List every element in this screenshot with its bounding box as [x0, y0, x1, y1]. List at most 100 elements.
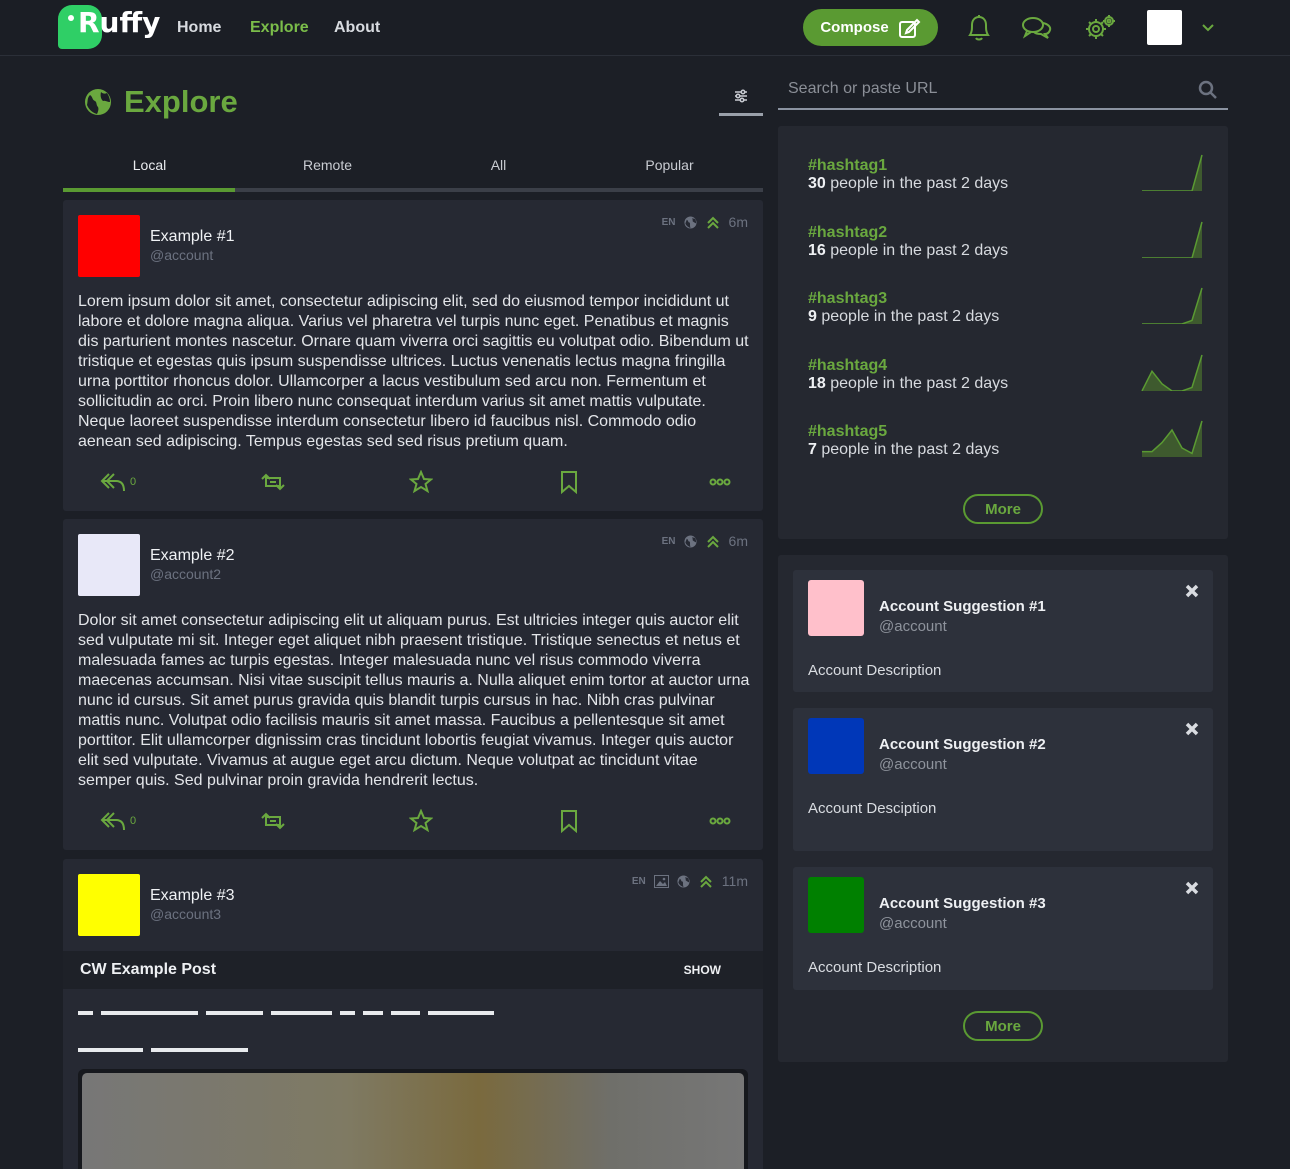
account-suggestion[interactable]: Account Suggestion #1 @account Account D… — [793, 570, 1213, 692]
post-card[interactable]: Example #3 @account3 EN 11m CW Example P… — [63, 859, 763, 1169]
post-time[interactable]: 11m — [722, 873, 748, 889]
boost-icon — [261, 812, 285, 830]
hashtag-link[interactable]: #hashtag5 — [808, 423, 887, 441]
suggestion-name[interactable]: Account Suggestion #2 — [879, 736, 1046, 753]
language-badge: EN — [661, 535, 676, 547]
tab-all[interactable]: All — [411, 157, 586, 173]
more-options-button[interactable] — [709, 467, 731, 497]
trend-item[interactable]: #hashtag5 7 people in the past 2 days — [808, 420, 1208, 473]
image-icon — [653, 874, 669, 888]
trend-sparkline — [1142, 221, 1203, 258]
suggestion-name[interactable]: Account Suggestion #1 — [879, 598, 1046, 615]
show-content-button[interactable]: SHOW — [684, 963, 721, 977]
trend-count: 7 people in the past 2 days — [808, 441, 1000, 458]
avatar[interactable] — [808, 580, 864, 636]
search-icon[interactable] — [1198, 80, 1218, 100]
sparkline-line — [1142, 287, 1203, 324]
bookmark-icon — [561, 471, 577, 494]
trend-item[interactable]: #hashtag4 18 people in the past 2 days — [808, 354, 1208, 407]
logo[interactable]: Ruffy — [58, 4, 160, 52]
nav-link-explore[interactable]: Explore — [250, 19, 309, 37]
tab-remote[interactable]: Remote — [240, 157, 415, 173]
trend-count: 9 people in the past 2 days — [808, 308, 1000, 325]
media-attachment[interactable] — [78, 1069, 748, 1169]
avatar[interactable] — [78, 874, 140, 936]
account-handle[interactable]: @account2 — [150, 566, 221, 582]
reply-button[interactable]: 0 — [100, 467, 136, 497]
trend-sparkline — [1142, 420, 1203, 457]
top-nav: Ruffy Home Explore About Compose — [0, 0, 1290, 56]
tab-local[interactable]: Local — [62, 157, 237, 173]
close-icon[interactable] — [1184, 880, 1200, 896]
avatar[interactable] — [78, 215, 140, 277]
display-name[interactable]: Example #3 — [150, 887, 235, 905]
hashtag-link[interactable]: #hashtag4 — [808, 357, 887, 375]
hashtag-link[interactable]: #hashtag1 — [808, 157, 887, 175]
account-handle[interactable]: @account3 — [150, 906, 221, 922]
account-handle[interactable]: @account — [150, 247, 213, 263]
compose-button[interactable]: Compose — [803, 9, 938, 46]
avatar[interactable] — [808, 718, 864, 774]
boost-arrows-icon — [700, 875, 712, 888]
sliders-icon — [735, 88, 747, 103]
post-time[interactable]: 6m — [729, 214, 748, 230]
bookmark-icon — [561, 810, 577, 833]
hashtag-link[interactable]: #hashtag2 — [808, 224, 887, 242]
explore-header: Explore — [84, 84, 238, 120]
suggestion-description: Account Desciption — [808, 800, 937, 817]
nav-link-home[interactable]: Home — [177, 19, 221, 37]
account-suggestion[interactable]: Account Suggestion #2 @account Account D… — [793, 708, 1213, 851]
search-input[interactable] — [788, 80, 1188, 98]
suggestion-handle: @account — [879, 618, 947, 635]
ellipsis-icon — [709, 478, 731, 486]
post-card[interactable]: Example #1 @account EN 6m Lorem ipsum do… — [63, 200, 763, 511]
trend-item[interactable]: #hashtag2 16 people in the past 2 days — [808, 221, 1208, 274]
reply-button[interactable]: 0 — [100, 806, 136, 836]
reply-count: 0 — [130, 476, 137, 488]
display-name[interactable]: Example #1 — [150, 228, 235, 246]
hashtag-link[interactable]: #hashtag3 — [808, 290, 887, 308]
suggestion-handle: @account — [879, 915, 947, 932]
post-content: Lorem ipsum dolor sit amet, consectetur … — [78, 293, 749, 450]
post-time[interactable]: 6m — [729, 533, 748, 549]
reply-icon — [100, 473, 125, 492]
avatar[interactable] — [808, 877, 864, 933]
content-warning-bar: CW Example Post SHOW — [63, 951, 763, 989]
trend-count: 18 people in the past 2 days — [808, 375, 1009, 392]
trend-item[interactable]: #hashtag3 9 people in the past 2 days — [808, 287, 1208, 340]
globe-icon — [684, 215, 697, 229]
close-icon[interactable] — [1184, 721, 1200, 737]
post-actions: 0 — [78, 467, 750, 497]
language-badge: EN — [631, 875, 646, 887]
tab-popular[interactable]: Popular — [582, 157, 757, 173]
suggestion-name[interactable]: Account Suggestion #3 — [879, 895, 1046, 912]
bookmark-button[interactable] — [559, 806, 579, 836]
settings-gears-icon[interactable] — [1084, 12, 1116, 44]
account-suggestion[interactable]: Account Suggestion #3 @account Account D… — [793, 867, 1213, 990]
boost-button[interactable] — [258, 806, 288, 836]
bookmark-button[interactable] — [559, 467, 579, 497]
suggestions-more-button[interactable]: More — [963, 1011, 1043, 1041]
post-card[interactable]: Example #2 @account2 EN 6m Dolor sit ame… — [63, 519, 763, 850]
display-name[interactable]: Example #2 — [150, 547, 235, 565]
chevron-down-icon[interactable] — [1199, 18, 1217, 36]
post-meta: EN 6m — [662, 214, 748, 230]
user-avatar[interactable] — [1147, 10, 1182, 45]
chat-icon[interactable] — [1021, 12, 1053, 44]
bell-icon[interactable] — [963, 12, 995, 44]
globe-icon — [85, 89, 111, 115]
more-options-button[interactable] — [709, 806, 731, 836]
favourite-button[interactable] — [409, 467, 433, 497]
trend-item[interactable]: #hashtag1 30 people in the past 2 days — [808, 154, 1208, 207]
sparkline-line — [1142, 221, 1203, 258]
content-warning-title: CW Example Post — [80, 961, 217, 978]
favourite-button[interactable] — [409, 806, 433, 836]
reply-icon — [100, 812, 125, 831]
close-icon[interactable] — [1184, 583, 1200, 599]
suggestion-handle: @account — [879, 756, 947, 773]
trends-more-button[interactable]: More — [963, 494, 1043, 524]
avatar[interactable] — [78, 534, 140, 596]
filter-button[interactable] — [719, 78, 763, 116]
nav-link-about[interactable]: About — [334, 19, 380, 37]
boost-button[interactable] — [258, 467, 288, 497]
